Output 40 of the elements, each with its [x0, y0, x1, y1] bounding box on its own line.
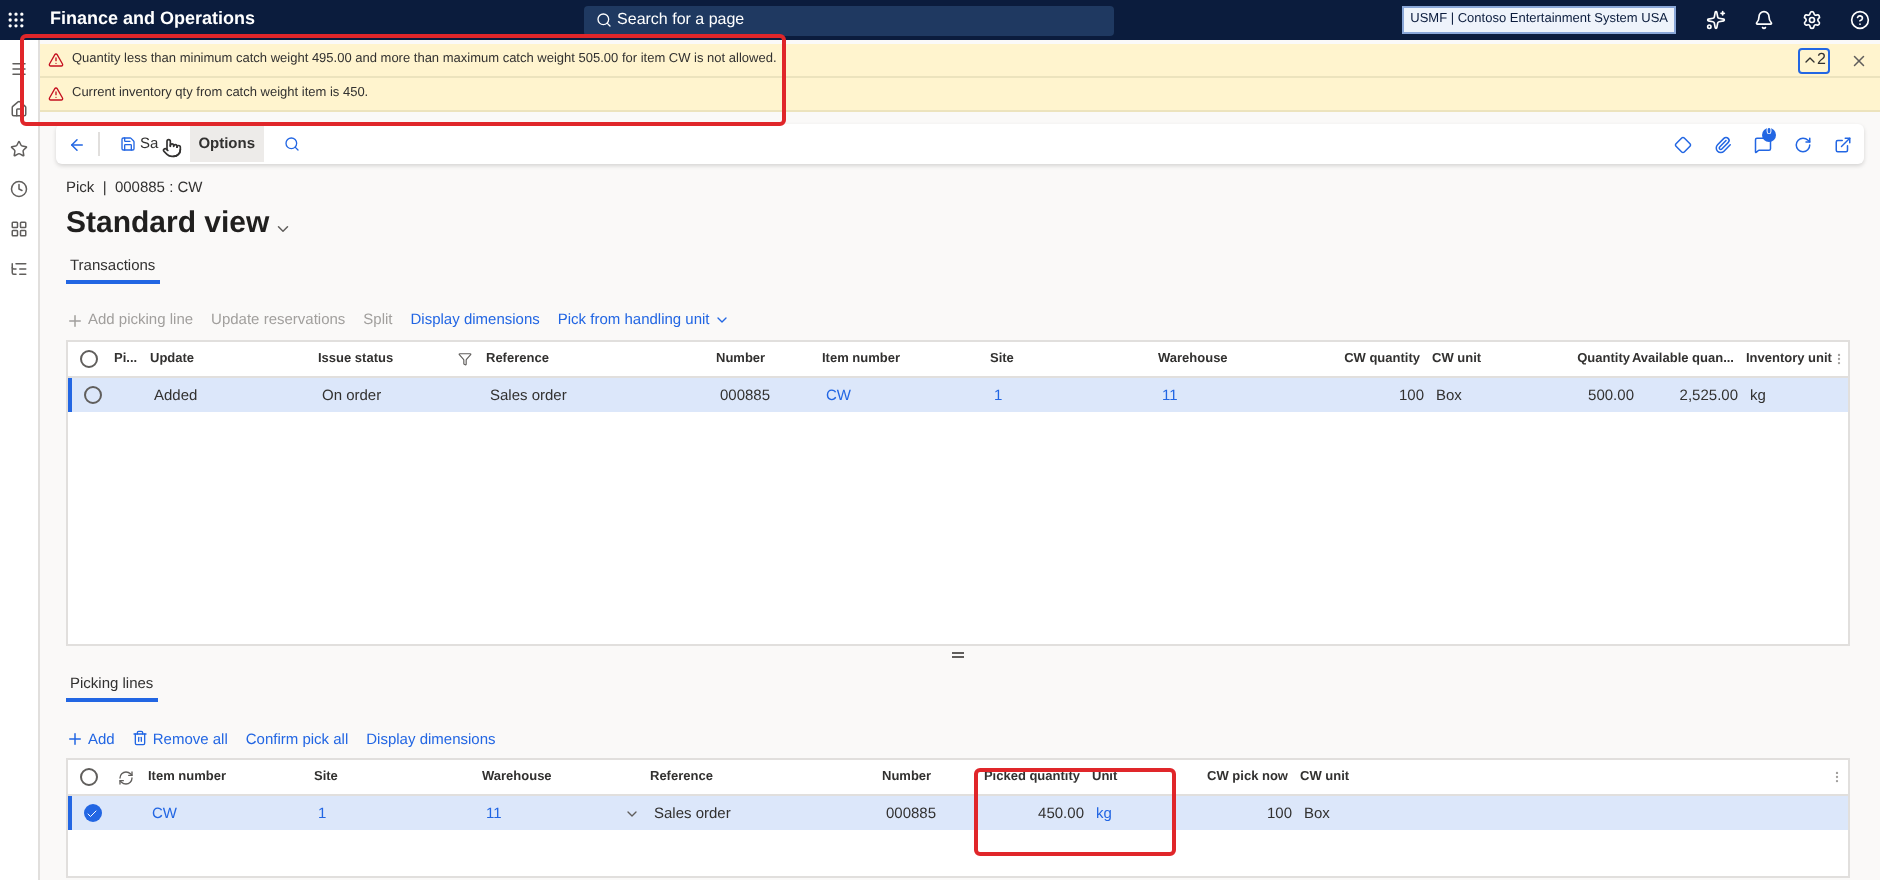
- settings-icon[interactable]: [1802, 10, 1822, 30]
- trash-icon: [132, 730, 149, 747]
- search-icon: [595, 12, 612, 28]
- app-launcher-icon[interactable]: [6, 10, 26, 30]
- select-all-checkbox[interactable]: [79, 350, 97, 368]
- select-all-checkbox[interactable]: [79, 768, 97, 787]
- list-icon[interactable]: [10, 260, 28, 278]
- app-title: Finance and Operations: [50, 6, 256, 33]
- back-icon[interactable]: [68, 135, 86, 153]
- warning-icon: [48, 52, 64, 68]
- warning-icon: [48, 86, 64, 102]
- row-checkbox[interactable]: [83, 386, 101, 404]
- chevron-down-icon: [713, 312, 730, 328]
- expand-messages-button[interactable]: 2: [1797, 47, 1830, 73]
- attachment-icon[interactable]: [1714, 135, 1732, 153]
- filter-icon[interactable]: [458, 352, 472, 366]
- message-icon[interactable]: [1754, 135, 1772, 153]
- plus-icon: [66, 729, 84, 748]
- refresh-icon[interactable]: [1794, 135, 1812, 153]
- modules-icon[interactable]: [10, 220, 28, 238]
- search-field[interactable]: Search for a page: [583, 5, 1114, 35]
- search-icon[interactable]: [283, 136, 300, 152]
- close-icon[interactable]: [1850, 51, 1868, 69]
- help-icon[interactable]: [1850, 10, 1870, 30]
- diamond-icon[interactable]: [1674, 135, 1692, 153]
- row-checkbox[interactable]: [83, 804, 101, 823]
- star-icon[interactable]: [10, 140, 28, 158]
- home-icon[interactable]: [10, 100, 28, 118]
- view-title: Standard view: [66, 204, 270, 245]
- open-new-icon[interactable]: [1834, 135, 1852, 153]
- save-icon: [120, 136, 136, 152]
- notification-icon[interactable]: [1754, 10, 1774, 30]
- plus-icon: [66, 311, 84, 329]
- menu-icon[interactable]: [10, 60, 28, 78]
- splitter-handle[interactable]: [952, 652, 964, 658]
- refresh-icon[interactable]: [117, 769, 133, 786]
- clock-icon[interactable]: [10, 180, 28, 198]
- hand-cursor-icon: [162, 138, 183, 158]
- chevron-up-icon: [1801, 52, 1818, 68]
- sparkle-icon[interactable]: [1706, 10, 1726, 30]
